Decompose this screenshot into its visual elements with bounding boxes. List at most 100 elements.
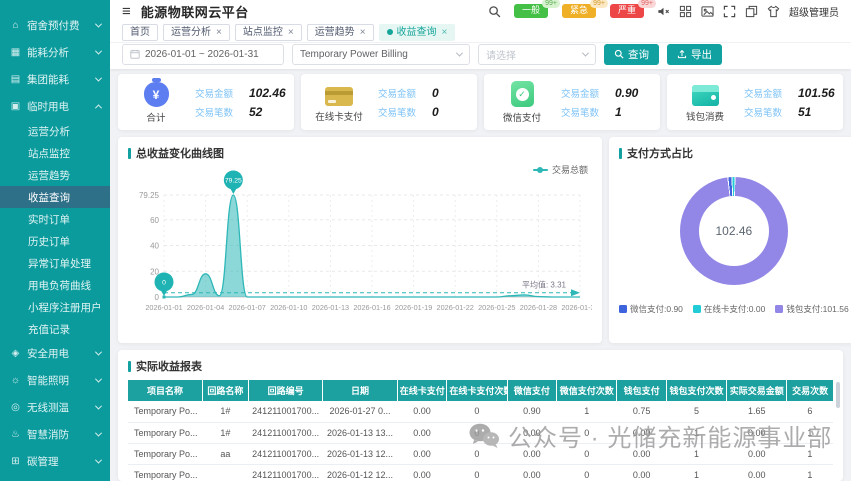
- table-cell: 2026-01-27 0...: [323, 401, 397, 422]
- copy-icon[interactable]: [745, 5, 758, 18]
- sidebar-item-label: 安全用电: [27, 346, 90, 361]
- table-row: Temporary Po...1#241211001700...2026-01-…: [128, 422, 833, 443]
- metric-label: 交易笔数: [195, 105, 241, 119]
- table-cell: 241211001700...: [248, 443, 322, 464]
- donut-center-value: 102.46: [680, 177, 788, 285]
- sidebar-item-wireless-temp[interactable]: ◎无线测温: [0, 394, 110, 421]
- alarm-badge-severe[interactable]: 严重99+: [610, 4, 644, 18]
- sidebar-item-dorm-prepaid[interactable]: ⌂宿舍预付费: [0, 12, 110, 39]
- search-button[interactable]: 查询: [604, 44, 659, 65]
- carbon-icon: ⊞: [10, 456, 21, 467]
- date-range-input[interactable]: 2026-01-01 ~ 2026-01-31: [122, 44, 284, 65]
- table-cell: 0.00: [397, 464, 447, 481]
- sidebar-item-carbon-mgmt[interactable]: ⊞碳管理: [0, 448, 110, 475]
- donut-legend-item-2[interactable]: 钱包支付:101.56: [775, 303, 848, 315]
- calendar-icon: ▣: [10, 101, 21, 112]
- app-title: 能源物联网云平台: [141, 2, 249, 21]
- stat-card-left: ✓微信支付: [496, 80, 548, 124]
- sidebar-subitem-op-analysis[interactable]: 运营分析: [0, 120, 110, 142]
- secondary-select[interactable]: 请选择: [478, 44, 596, 65]
- table-cell: 0.00: [727, 443, 787, 464]
- sidebar-subitem-revenue-query[interactable]: 收益查询: [0, 186, 110, 208]
- topbar: 能源物联网云平台 一般99+ 紧急99+ 严重99+ 超级管理员: [110, 0, 851, 22]
- sidebar-subitem-site-monitor[interactable]: 站点监控: [0, 142, 110, 164]
- sidebar-item-safe-power[interactable]: ◈安全用电: [0, 340, 110, 367]
- close-icon[interactable]: ×: [360, 26, 366, 39]
- close-icon[interactable]: ×: [216, 26, 222, 39]
- user-name[interactable]: 超级管理员: [789, 4, 839, 19]
- sidebar-item-energy-analysis[interactable]: ▦能耗分析: [0, 39, 110, 66]
- donut-chart-title: 支付方式占比: [619, 145, 849, 161]
- stat-card-name: 钱包消费: [686, 109, 724, 123]
- metric-value: 52: [249, 105, 262, 119]
- sidebar-subitem-load-curve[interactable]: 用电负荷曲线: [0, 274, 110, 296]
- donut-legend-item-1[interactable]: 在线卡支付:0.00: [693, 303, 765, 315]
- export-button[interactable]: 导出: [667, 44, 722, 65]
- project-select[interactable]: Temporary Power Billing: [292, 44, 470, 65]
- sidebar-item-charging-pile[interactable]: ⊡充电桩: [0, 475, 110, 481]
- tab-revenue-query[interactable]: 收益查询×: [379, 24, 456, 41]
- table-cell: 0: [557, 422, 617, 443]
- close-icon[interactable]: ×: [442, 26, 448, 39]
- bulb-icon: ☼: [10, 375, 21, 386]
- sidebar-item-group-energy[interactable]: ▤集团能耗: [0, 66, 110, 93]
- table-title-text: 实际收益报表: [136, 358, 202, 374]
- sidebar-subitem-history-orders[interactable]: 历史订单: [0, 230, 110, 252]
- image-icon[interactable]: [701, 5, 714, 18]
- table-cell: 1: [787, 464, 833, 481]
- svg-text:平均值: 3.31: 平均值: 3.31: [522, 280, 567, 290]
- sidebar-item-temp-power[interactable]: ▣临时用电: [0, 93, 110, 120]
- tab-op-trend[interactable]: 运营趋势×: [307, 24, 374, 41]
- fullscreen-icon[interactable]: [723, 5, 736, 18]
- table-cell: aa: [202, 443, 248, 464]
- table-column-header: 钱包支付: [617, 380, 667, 401]
- search-icon[interactable]: [488, 5, 501, 18]
- table-cell: 0.00: [397, 443, 447, 464]
- export-button-label: 导出: [691, 47, 712, 62]
- metric-value: 0: [432, 86, 439, 100]
- metric-row: 交易金额0: [378, 86, 439, 100]
- thermometer-icon: ◎: [10, 402, 21, 413]
- table-cell: 1.65: [727, 401, 787, 422]
- menu-collapse-icon[interactable]: [122, 4, 131, 19]
- sidebar-subitem-op-trend[interactable]: 运营趋势: [0, 164, 110, 186]
- table-column-header: 日期: [323, 380, 397, 401]
- volume-mute-icon[interactable]: [657, 5, 670, 18]
- table-column-header: 钱包支付次数: [666, 380, 726, 401]
- tab-site-monitor[interactable]: 站点监控×: [235, 24, 302, 41]
- table-column-header: 在线卡支付次数: [447, 380, 507, 401]
- main-area: 能源物联网云平台 一般99+ 紧急99+ 严重99+ 超级管理员 首页运营分析× 站点…: [110, 0, 851, 481]
- table-cell: 0.00: [397, 401, 447, 422]
- sidebar-subitem-miniapp-users[interactable]: 小程序注册用户: [0, 296, 110, 318]
- legend-swatch: [693, 305, 701, 313]
- stat-card-left: 在线卡支付: [313, 82, 365, 123]
- tab-home[interactable]: 首页: [122, 24, 158, 41]
- alarm-badge-urgent[interactable]: 紧急99+: [562, 4, 596, 18]
- chevron-down-icon: [95, 75, 102, 82]
- table-cell: 1: [666, 464, 726, 481]
- table-cell: 0: [447, 422, 507, 443]
- theme-skin-icon[interactable]: [767, 5, 780, 18]
- table-cell: Temporary Po...: [128, 464, 202, 481]
- sidebar-item-smart-fire[interactable]: ♨智慧消防: [0, 421, 110, 448]
- svg-text:2026-01-25: 2026-01-25: [478, 303, 515, 312]
- close-icon[interactable]: ×: [288, 26, 294, 39]
- legend-line-icon: [533, 169, 548, 171]
- table-cell: 1: [787, 443, 833, 464]
- sidebar-item-smart-lighting[interactable]: ☼智能照明: [0, 367, 110, 394]
- table-cell: 0.00: [617, 464, 667, 481]
- sidebar-subitem-realtime-orders[interactable]: 实时订单: [0, 208, 110, 230]
- line-chart-legend[interactable]: 交易总额: [533, 163, 588, 176]
- svg-text:0: 0: [162, 280, 166, 287]
- filter-bar: 2026-01-01 ~ 2026-01-31 Temporary Power …: [110, 43, 851, 69]
- sidebar-subitem-abnormal-orders[interactable]: 异常订单处理: [0, 252, 110, 274]
- table-cell: 1: [666, 443, 726, 464]
- sidebar-subitem-recharge-records[interactable]: 充值记录: [0, 318, 110, 340]
- donut-legend-item-0[interactable]: 微信支付:0.90: [619, 303, 683, 315]
- grid-icon[interactable]: [679, 5, 692, 18]
- svg-text:79.25: 79.25: [225, 178, 242, 185]
- tab-op-analysis[interactable]: 运营分析×: [163, 24, 230, 41]
- table-scrollbar[interactable]: [836, 382, 840, 408]
- calendar-icon: [130, 49, 140, 59]
- alarm-badge-general[interactable]: 一般99+: [514, 4, 548, 18]
